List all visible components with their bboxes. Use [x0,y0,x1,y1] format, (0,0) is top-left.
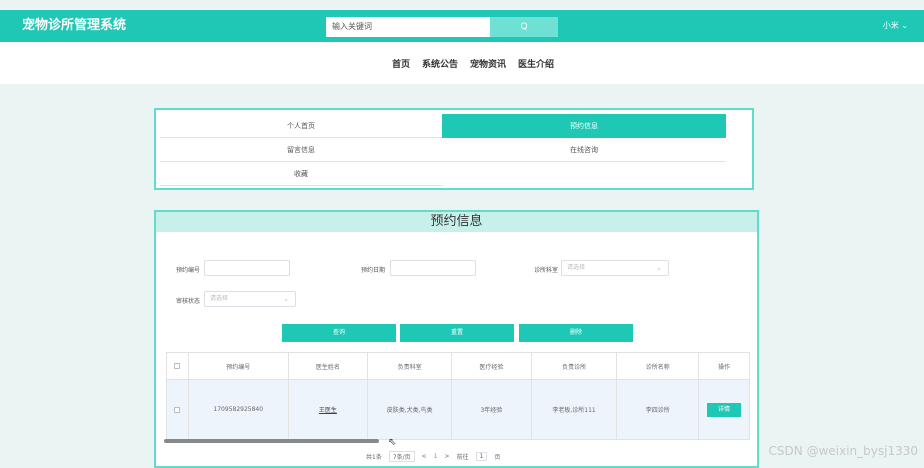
review-status-select[interactable]: 请选择 ⌄ [204,291,296,307]
pagination: 共1条 7条/页 < 1 > 前往 1 页 [366,451,500,462]
appointment-no-label: 预约编号 [176,267,201,274]
cell-doctor-name: 王医生 [289,380,369,439]
th-doctor-name[interactable]: 医生姓名 [289,353,369,379]
th-experience[interactable]: 医疗经验 [452,353,532,379]
cell-experience: 3年经验 [452,380,532,439]
chevron-down-icon: ⌄ [283,295,289,303]
search-button[interactable]: Q [490,17,558,37]
user-menu[interactable]: 小米 ⌄ [883,10,908,42]
current-page[interactable]: 1 [434,453,438,460]
app-brand[interactable]: 宠物诊所管理系统 [22,10,126,42]
clinic-dept-placeholder: 请选择 [567,264,586,271]
nav-item-notice[interactable]: 系统公告 [422,57,458,70]
search-input[interactable]: 输入关键词 [326,17,490,37]
appointments-panel: 预约信息 预约编号 预约日期 诊所科室 请选择 ⌄ 审核状态 请选择 ⌄ 查询 … [154,210,759,468]
top-bar: 宠物诊所管理系统 输入关键词 Q 小米 ⌄ [0,10,924,42]
cell-action: 详情 [699,380,749,439]
cell-dept: 皮肤类,犬类,鸟类 [368,380,453,439]
page-unit: 页 [494,454,501,461]
page-title: 预约信息 [156,212,757,232]
reset-button[interactable]: 重置 [400,324,514,342]
nav-bar: 首页 系统公告 宠物资讯 医生介绍 [0,42,924,84]
query-button[interactable]: 查询 [282,324,396,342]
clinic-dept-label: 诊所科室 [534,267,559,274]
menu-item-messages[interactable]: 留言信息 [160,138,442,162]
review-status-label: 审核状态 [176,298,201,305]
doctor-name-link[interactable]: 王医生 [319,405,337,414]
mouse-cursor-icon: ⇖ [388,437,397,448]
th-appointment-no[interactable]: 预约编号 [189,353,289,379]
select-all-cell [167,353,189,379]
menu-item-profile[interactable]: 个人首页 [160,114,442,138]
select-all-checkbox[interactable] [174,363,181,369]
appointment-no-input[interactable] [204,260,290,276]
clinic-dept-select[interactable]: 请选择 ⌄ [561,260,669,276]
th-action: 操作 [718,363,731,371]
table-header: 预约编号 医生姓名 负责科室 医疗经验 负责诊所 诊所名称 操作 [166,352,750,380]
nav-item-pet-news[interactable]: 宠物资讯 [470,57,506,70]
menu-item-appointments[interactable]: 预约信息 [442,114,726,138]
pagination-total: 共1条 [366,454,382,461]
user-menu-panel: 个人首页 预约信息 留言信息 在线咨询 收藏 [154,108,754,190]
goto-label: 前往 [456,454,469,461]
row-select-cell [167,380,189,439]
menu-item-favorites[interactable]: 收藏 [160,162,442,186]
table-row: 1709582925840 王医生 皮肤类,犬类,鸟类 3年经验 李老板,诊所1… [166,380,750,440]
delete-button[interactable]: 删除 [519,324,633,342]
detail-button[interactable]: 详情 [707,402,742,417]
th-dept[interactable]: 负责科室 [368,353,453,379]
appointment-date-label: 预约日期 [361,267,386,274]
nav-items: 首页 系统公告 宠物资讯 医生介绍 [392,57,554,70]
goto-input[interactable]: 1 [475,452,488,461]
watermark: CSDN @weixin_bysj1330 [768,444,918,458]
appointment-date-input[interactable] [390,260,476,276]
th-clinic-name[interactable]: 诊所名称 [617,353,700,379]
th-clinic[interactable]: 负责诊所 [532,353,618,379]
menu-item-consult[interactable]: 在线咨询 [442,138,726,162]
horizontal-scrollbar[interactable] [164,439,379,443]
page-size-select[interactable]: 7条/页 [388,451,415,462]
prev-page-button[interactable]: < [422,453,427,460]
cell-clinic-name: 李四诊所 [617,380,700,439]
nav-item-home[interactable]: 首页 [392,57,410,70]
cell-appointment-no: 1709582925840 [189,380,289,439]
chevron-down-icon: ⌄ [656,264,662,272]
cell-clinic: 李老板,诊所111 [532,380,618,439]
review-status-placeholder: 请选择 [210,295,229,302]
next-page-button[interactable]: > [445,453,450,460]
nav-item-doctors[interactable]: 医生介绍 [518,57,554,70]
row-checkbox[interactable] [174,406,181,413]
